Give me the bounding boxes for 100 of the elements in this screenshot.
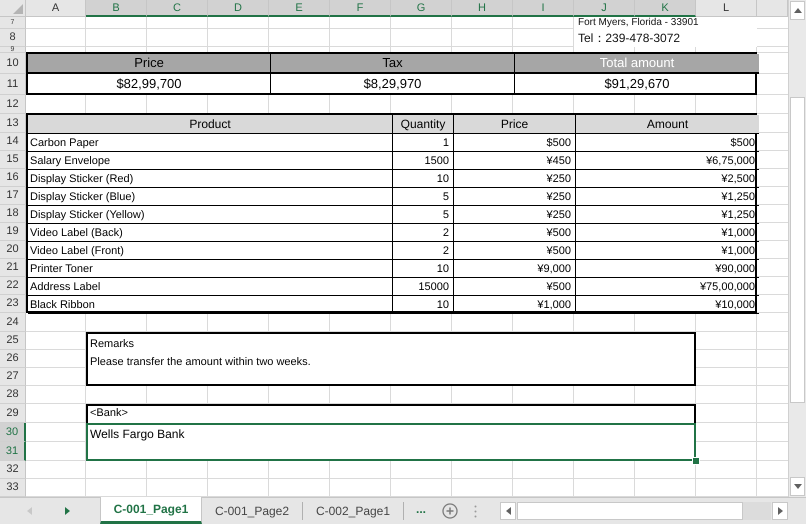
row-header[interactable]: 28 — [0, 386, 26, 404]
column-heading: Product — [28, 115, 393, 134]
table-cell: 10 — [393, 260, 454, 278]
sheet-tab[interactable]: C-001_Page2 — [202, 502, 303, 520]
row-header[interactable]: 11 — [0, 74, 26, 95]
row-header[interactable]: 23 — [0, 295, 26, 313]
table-cell: Video Label (Back) — [28, 224, 393, 242]
bank-cell[interactable]: Wells Fargo Bank — [86, 423, 696, 461]
table-cell: ¥1,000 — [576, 242, 759, 260]
table-cell: ¥2,500 — [576, 170, 759, 188]
table-cell: Printer Toner — [28, 260, 393, 278]
row-header[interactable]: 13 — [0, 114, 26, 133]
table-cell: ¥500 — [454, 242, 576, 260]
column-header[interactable]: F — [330, 0, 391, 17]
summary-value: $91,29,670 — [603, 74, 671, 93]
table-cell: 2 — [393, 224, 454, 242]
column-heading: Price — [454, 115, 576, 134]
triangle-icon — [13, 4, 23, 14]
more-sheets-button[interactable]: ... — [404, 498, 436, 524]
column-header[interactable]: H — [452, 0, 513, 17]
sheet-tab[interactable]: C-001_Page1 — [100, 497, 202, 524]
table-cell: 5 — [393, 206, 454, 224]
row-header[interactable]: 27 — [0, 368, 26, 386]
column-header[interactable]: A — [26, 0, 86, 17]
row-header[interactable]: 18 — [0, 205, 26, 223]
table-cell: ¥6,75,000 — [576, 152, 759, 170]
column-header[interactable]: I — [513, 0, 574, 17]
scrollbar-thumb[interactable] — [790, 97, 805, 403]
table-cell: ¥1,000 — [454, 296, 576, 314]
table-cell: Display Sticker (Yellow) — [28, 206, 393, 224]
row-header[interactable]: 30 — [0, 423, 26, 442]
address-text: Fort Myers, Florida - 33901 — [574, 17, 757, 29]
table-cell: 15000 — [393, 278, 454, 296]
table-cell: ¥500 — [454, 278, 576, 296]
table-cell: 2 — [393, 242, 454, 260]
row-header[interactable]: 25 — [0, 332, 26, 350]
scroll-down-button[interactable] — [790, 477, 805, 496]
vertical-scrollbar[interactable] — [788, 0, 806, 497]
splitter-handle-icon[interactable] — [474, 504, 478, 518]
select-all-button[interactable] — [0, 0, 26, 17]
table-cell: Address Label — [28, 278, 393, 296]
row-header[interactable]: 29 — [0, 404, 26, 423]
row-header[interactable]: 31 — [0, 442, 26, 461]
sheet-tab[interactable]: C-002_Page1 — [303, 502, 404, 520]
right-arrow-icon — [65, 507, 70, 515]
row-header[interactable]: 33 — [0, 479, 26, 497]
plus-icon — [442, 503, 458, 519]
down-arrow-icon — [794, 484, 802, 489]
table-cell: 5 — [393, 188, 454, 206]
column-header[interactable]: B — [86, 0, 147, 17]
column-header[interactable]: D — [208, 0, 269, 17]
remarks-label: Remarks — [90, 337, 136, 352]
row-header[interactable]: 8 — [0, 29, 26, 47]
column-heading: Amount — [576, 115, 759, 134]
column-header[interactable]: J — [574, 0, 635, 17]
table-cell: 1 — [393, 134, 454, 152]
row-header[interactable]: 17 — [0, 187, 26, 205]
table-cell: Video Label (Front) — [28, 242, 393, 260]
table-cell: ¥1,000 — [576, 224, 759, 242]
left-arrow-icon — [27, 507, 32, 515]
table-cell: ¥10,000 — [576, 296, 759, 314]
column-header[interactable]: K — [635, 0, 696, 17]
row-header[interactable]: 22 — [0, 277, 26, 295]
column-header[interactable]: E — [269, 0, 330, 17]
table-cell: Carbon Paper — [28, 134, 393, 152]
column-header[interactable]: L — [696, 0, 757, 17]
table-cell: $500 — [454, 134, 576, 152]
table-cell: Black Ribbon — [28, 296, 393, 314]
row-header[interactable]: 24 — [0, 313, 26, 332]
scroll-left-button[interactable] — [500, 502, 516, 520]
remarks-text: Please transfer the amount within two weeks. — [90, 355, 312, 370]
column-header[interactable]: C — [147, 0, 208, 17]
column-header[interactable]: G — [391, 0, 452, 17]
table-cell: ¥75,00,000 — [576, 278, 759, 296]
row-header[interactable]: 19 — [0, 223, 26, 241]
row-header[interactable]: 15 — [0, 151, 26, 169]
right-arrow-icon — [778, 507, 782, 515]
fill-handle[interactable] — [692, 457, 700, 465]
summary-value: $8,29,970 — [271, 74, 515, 93]
scrollbar-thumb[interactable] — [517, 502, 743, 520]
table-cell: ¥250 — [454, 170, 576, 188]
row-header[interactable]: 16 — [0, 169, 26, 187]
scroll-right-button[interactable] — [772, 502, 788, 520]
scroll-up-button[interactable] — [790, 1, 805, 20]
summary-header: Price — [28, 54, 271, 74]
row-header[interactable]: 10 — [0, 53, 26, 74]
row-header[interactable]: 20 — [0, 241, 26, 259]
table-cell: ¥1,250 — [576, 188, 759, 206]
row-header[interactable]: 32 — [0, 461, 26, 479]
summary-value: $82,99,700 — [28, 74, 271, 93]
row-header[interactable]: 21 — [0, 259, 26, 277]
table-cell: ¥90,000 — [576, 260, 759, 278]
bank-label: <Bank> — [86, 404, 696, 423]
summary-header: Total amount — [515, 54, 759, 74]
summary-header: Tax — [271, 54, 515, 74]
row-header[interactable]: 26 — [0, 350, 26, 368]
row-header[interactable]: 14 — [0, 133, 26, 151]
row-header[interactable]: 12 — [0, 95, 26, 114]
table-cell: 1500 — [393, 152, 454, 170]
up-arrow-icon — [794, 8, 802, 13]
